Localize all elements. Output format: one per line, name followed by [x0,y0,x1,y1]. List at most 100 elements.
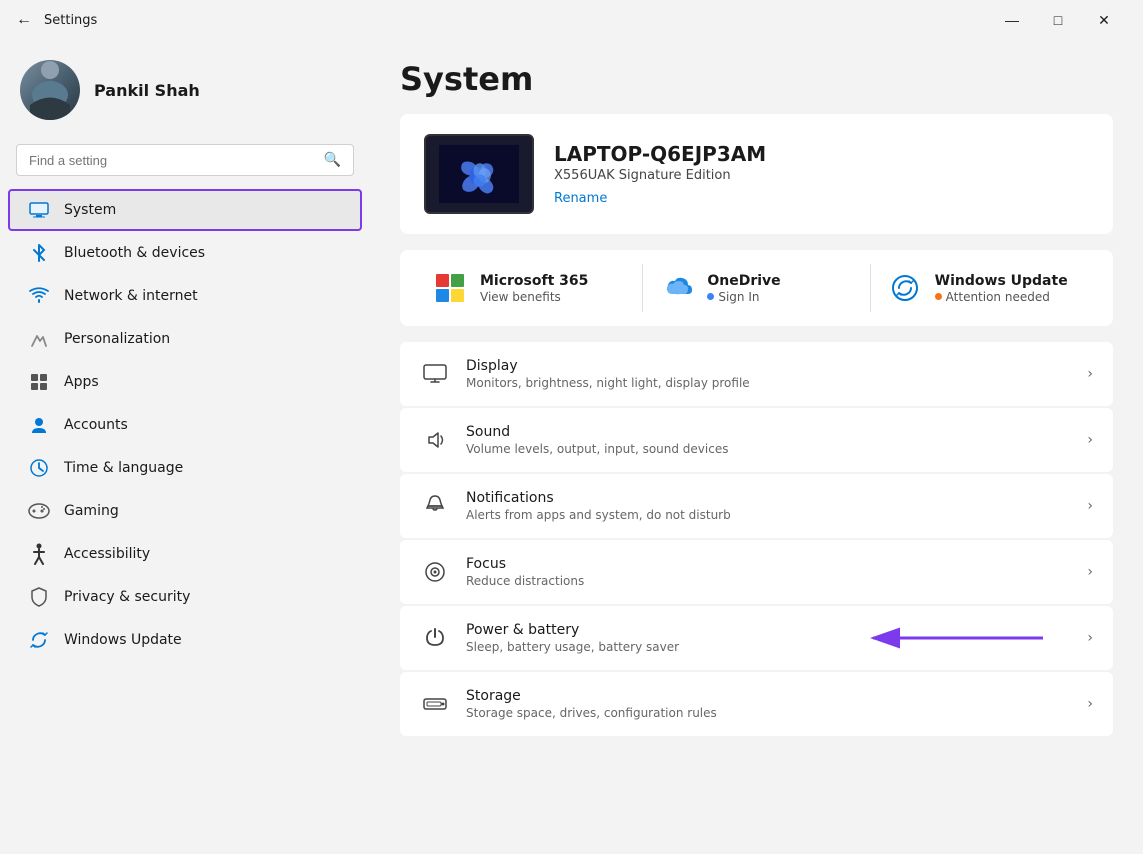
settings-item-display[interactable]: Display Monitors, brightness, night ligh… [400,342,1113,406]
accessibility-icon [28,543,50,565]
focus-chevron-icon: › [1087,564,1093,580]
title-bar-title: Settings [44,13,97,28]
sidebar-item-system-label: System [64,202,116,218]
device-thumbnail [424,134,534,214]
page-title: System [400,60,1113,98]
onedrive-subtitle: Sign In [707,290,780,304]
power-icon [420,623,450,653]
search-input[interactable] [29,153,316,168]
device-name: LAPTOP-Q6EJP3AM [554,142,1089,166]
sidebar-item-accessibility[interactable]: Accessibility [8,533,362,575]
user-profile: Pankil Shah [0,40,370,136]
storage-sub: Storage space, drives, configuration rul… [466,706,1071,720]
search-box[interactable]: 🔍 [16,144,354,176]
quick-links-row: Microsoft 365 View benefits OneDrive Sig… [400,250,1113,326]
storage-chevron-icon: › [1087,696,1093,712]
quick-link-onedrive[interactable]: OneDrive Sign In [651,264,870,312]
sidebar-item-bluetooth[interactable]: Bluetooth & devices [8,232,362,274]
display-text: Display Monitors, brightness, night ligh… [466,358,1071,390]
nav-list: System Bluetooth & devices [0,188,370,662]
sidebar-item-accounts[interactable]: Accounts [8,404,362,446]
avatar-image [20,60,80,120]
device-details: LAPTOP-Q6EJP3AM X556UAK Signature Editio… [554,142,1089,206]
sidebar-item-apps[interactable]: Apps [8,361,362,403]
back-button[interactable]: ← [16,11,32,29]
apps-icon [28,371,50,393]
sidebar-item-gaming[interactable]: Gaming [8,490,362,532]
settings-item-storage[interactable]: Storage Storage space, drives, configura… [400,672,1113,736]
rename-link[interactable]: Rename [554,191,607,206]
winupdate-dot [935,293,942,300]
bluetooth-icon [28,242,50,264]
quick-link-ms365[interactable]: Microsoft 365 View benefits [424,264,643,312]
privacy-icon [28,586,50,608]
display-icon [420,359,450,389]
ms365-icon [432,270,468,306]
search-container: 🔍 [0,136,370,188]
maximize-button[interactable]: □ [1035,4,1081,36]
power-sub: Sleep, battery usage, battery saver [466,640,1071,654]
close-button[interactable]: ✕ [1081,4,1127,36]
sound-title: Sound [466,424,1071,440]
display-title: Display [466,358,1071,374]
winupdate-title: Windows Update [935,273,1068,289]
sidebar-item-time-label: Time & language [64,460,183,476]
settings-item-sound[interactable]: Sound Volume levels, output, input, soun… [400,408,1113,472]
sidebar-item-accounts-label: Accounts [64,417,128,433]
sidebar-item-privacy[interactable]: Privacy & security [8,576,362,618]
focus-icon [420,557,450,587]
search-icon: 🔍 [324,152,341,168]
sound-sub: Volume levels, output, input, sound devi… [466,442,1071,456]
focus-text: Focus Reduce distractions [466,556,1071,588]
settings-item-notifications[interactable]: Notifications Alerts from apps and syste… [400,474,1113,538]
sidebar-item-bluetooth-label: Bluetooth & devices [64,245,205,261]
display-sub: Monitors, brightness, night light, displ… [466,376,1071,390]
update-icon [28,629,50,651]
network-icon [28,285,50,307]
ms365-subtitle: View benefits [480,290,588,304]
notifications-title: Notifications [466,490,1071,506]
sidebar-item-network-label: Network & internet [64,288,198,304]
avatar [20,60,80,120]
onedrive-title: OneDrive [707,273,780,289]
app-container: Pankil Shah 🔍 System [0,40,1143,854]
sidebar-item-update-label: Windows Update [64,632,182,648]
focus-sub: Reduce distractions [466,574,1071,588]
sidebar-item-time[interactable]: Time & language [8,447,362,489]
time-icon [28,457,50,479]
title-bar: ← Settings — □ ✕ [0,0,1143,40]
settings-item-focus[interactable]: Focus Reduce distractions › [400,540,1113,604]
winupdate-text: Windows Update Attention needed [935,273,1068,304]
title-bar-controls: — □ ✕ [989,4,1127,36]
storage-text: Storage Storage space, drives, configura… [466,688,1071,720]
title-bar-left: ← Settings [16,11,97,29]
power-title: Power & battery [466,622,1071,638]
sidebar-item-personalization[interactable]: Personalization [8,318,362,360]
user-name: Pankil Shah [94,81,200,100]
winupdate-subtitle: Attention needed [935,290,1068,304]
ms365-title: Microsoft 365 [480,273,588,289]
quick-link-winupdate[interactable]: Windows Update Attention needed [879,264,1089,312]
sidebar-item-privacy-label: Privacy & security [64,589,190,605]
ms365-text: Microsoft 365 View benefits [480,273,588,304]
sidebar-item-update[interactable]: Windows Update [8,619,362,661]
device-model: X556UAK Signature Edition [554,168,1089,183]
sidebar-item-apps-label: Apps [64,374,99,390]
power-text: Power & battery Sleep, battery usage, ba… [466,622,1071,654]
winupdate-icon [887,270,923,306]
storage-icon [420,689,450,719]
personalization-icon [28,328,50,350]
minimize-button[interactable]: — [989,4,1035,36]
sound-text: Sound Volume levels, output, input, soun… [466,424,1071,456]
notifications-text: Notifications Alerts from apps and syste… [466,490,1071,522]
focus-title: Focus [466,556,1071,572]
onedrive-text: OneDrive Sign In [707,273,780,304]
power-chevron-icon: › [1087,630,1093,646]
main-content: System LAPTOP-Q6EJP3AM [370,40,1143,854]
sidebar-item-network[interactable]: Network & internet [8,275,362,317]
sidebar-item-personalization-label: Personalization [64,331,170,347]
settings-item-power[interactable]: Power & battery Sleep, battery usage, ba… [400,606,1113,670]
sidebar-item-system[interactable]: System [8,189,362,231]
notifications-icon [420,491,450,521]
sound-chevron-icon: › [1087,432,1093,448]
